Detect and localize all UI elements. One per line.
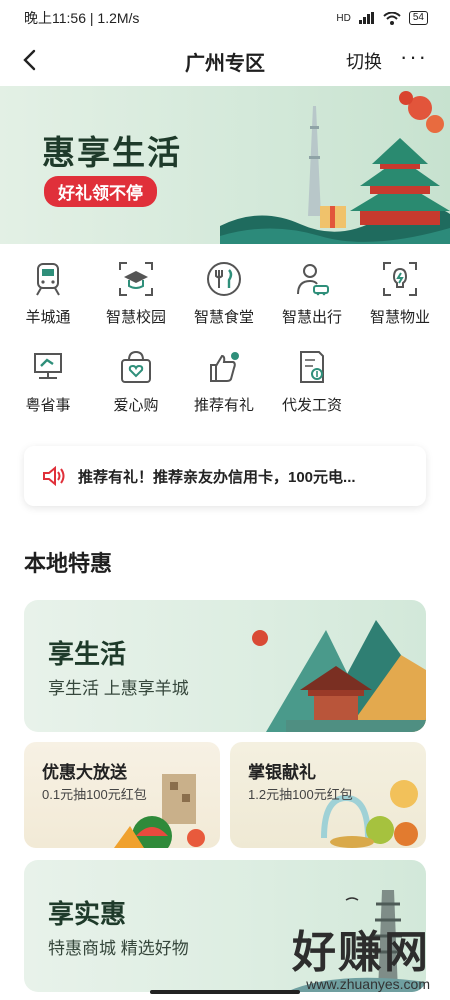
card-subtitle: 1.2元抽100元红包 bbox=[248, 787, 353, 802]
banner-title: 惠享生活 bbox=[42, 134, 182, 171]
payroll-document-icon bbox=[300, 351, 324, 383]
screen-icon bbox=[34, 353, 62, 379]
grid-item-metro-card[interactable]: 羊城通 bbox=[4, 258, 92, 346]
home-indicator[interactable] bbox=[150, 990, 300, 994]
metro-icon bbox=[36, 263, 60, 296]
speaker-icon bbox=[43, 466, 65, 486]
status-right: HD 54 bbox=[336, 11, 428, 25]
status-bar: 晚上11:56 | 1.2M/s HD 54 bbox=[0, 0, 450, 36]
status-time: 晚上11:56 bbox=[24, 10, 86, 26]
notice-section: 推荐有礼！推荐亲友办信用卡，100元电... bbox=[0, 442, 450, 530]
watermark-brand: 好赚网 bbox=[292, 928, 430, 977]
network-type: HD bbox=[336, 12, 351, 24]
watermark-url: www.zhuanyes.com bbox=[306, 976, 430, 992]
person-car-icon bbox=[297, 264, 329, 296]
grid-item-charity-shopping[interactable]: 爱心购 bbox=[92, 346, 180, 434]
card-row: 优惠大放送 0.1元抽100元红包 掌银献礼 1.2元抽100元红包 bbox=[24, 742, 426, 848]
back-arrow-icon[interactable] bbox=[18, 48, 42, 72]
grid-item-yueshengshi[interactable]: 粤省事 bbox=[4, 346, 92, 434]
signal-icon bbox=[358, 12, 374, 24]
card-mobile-bank-gift[interactable]: 掌银献礼 1.2元抽100元红包 bbox=[230, 742, 426, 848]
card-subtitle: 享生活 上惠享羊城 bbox=[48, 679, 189, 698]
nav-bar: 广州专区 切换 ··· bbox=[0, 36, 450, 86]
food-illustration bbox=[321, 780, 418, 848]
notice-text: 推荐有礼！推荐亲友办信用卡，100元电... bbox=[78, 468, 356, 486]
grid-item-payroll[interactable]: 代发工资 bbox=[268, 346, 356, 434]
grid-item-smart-travel[interactable]: 智慧出行 bbox=[268, 258, 356, 346]
guangzhou-landmark-illustration bbox=[220, 91, 450, 244]
card-enjoy-life[interactable]: 享生活 享生活 上惠享羊城 bbox=[24, 600, 426, 732]
card-subtitle: 特惠商城 精选好物 bbox=[48, 939, 189, 958]
status-left: 晚上11:56 | 1.2M/s bbox=[24, 10, 140, 26]
grid-item-smart-campus[interactable]: 智慧校园 bbox=[92, 258, 180, 346]
more-menu-button[interactable]: ··· bbox=[400, 46, 428, 68]
status-speed: 1.2M/s bbox=[97, 10, 140, 26]
card-subtitle: 0.1元抽100元红包 bbox=[42, 787, 147, 802]
switch-city-button[interactable]: 切换 bbox=[346, 48, 382, 74]
notice-bar[interactable]: 推荐有礼！推荐亲友办信用卡，100元电... bbox=[24, 446, 426, 506]
card-title: 优惠大放送 bbox=[42, 763, 127, 782]
watermark: 好赚网 www.zhuanyes.com bbox=[292, 916, 430, 992]
grid-item-smart-canteen[interactable]: 智慧食堂 bbox=[180, 258, 268, 346]
wifi-icon bbox=[383, 11, 401, 25]
graduation-cap-icon bbox=[119, 262, 153, 296]
fork-knife-icon bbox=[207, 262, 241, 296]
banner-tag: 好礼领不停 bbox=[44, 176, 157, 207]
promo-banner[interactable]: 惠享生活 好礼领不停 bbox=[0, 86, 450, 244]
landscape-illustration bbox=[252, 620, 426, 732]
lightbulb-icon bbox=[383, 262, 417, 296]
card-title: 享实惠 bbox=[48, 899, 127, 929]
section-title: 本地特惠 bbox=[24, 551, 113, 576]
card-title: 掌银献礼 bbox=[248, 763, 316, 782]
page-title: 广州专区 bbox=[185, 52, 265, 75]
card-big-discount[interactable]: 优惠大放送 0.1元抽100元红包 bbox=[24, 742, 220, 848]
shopping-basket-heart-icon bbox=[121, 350, 151, 383]
card-title: 享生活 bbox=[48, 639, 127, 669]
thumbs-up-icon bbox=[210, 352, 239, 382]
battery-icon: 54 bbox=[408, 11, 428, 25]
service-grid: 羊城通 智慧校园 智慧食堂 智慧出行 智慧物业 粤省事 爱心购 推荐有礼 代发工… bbox=[0, 244, 450, 442]
grid-item-smart-property[interactable]: 智慧物业 bbox=[356, 258, 444, 346]
grid-item-referral-reward[interactable]: 推荐有礼 bbox=[180, 346, 268, 434]
